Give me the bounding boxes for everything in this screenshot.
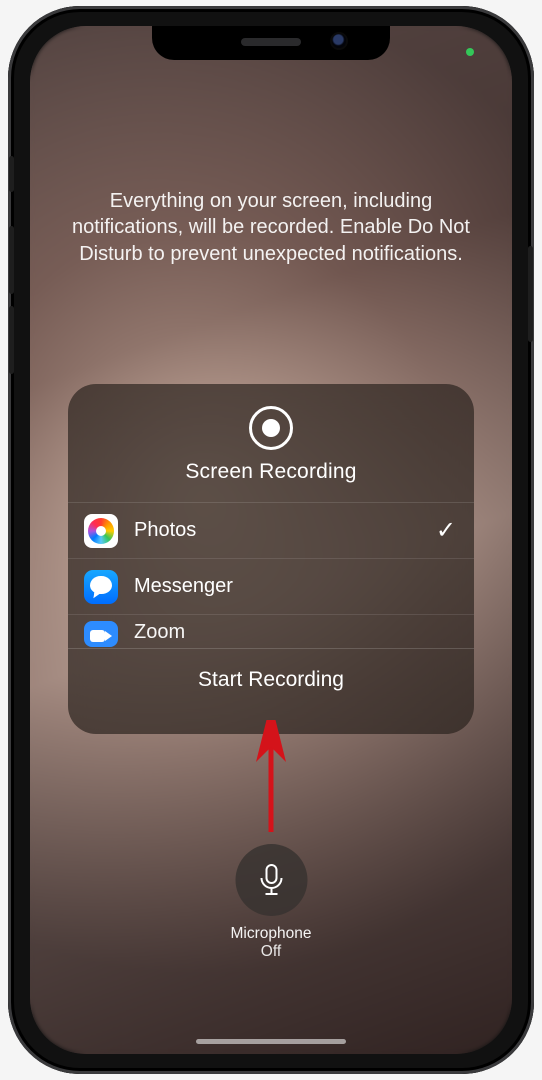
phone-silence-switch xyxy=(9,156,14,192)
front-camera xyxy=(332,34,346,48)
destination-app-list[interactable]: Photos ✓ Messenger Zoom xyxy=(68,502,474,649)
zoom-icon xyxy=(84,621,118,647)
checkmark-icon: ✓ xyxy=(436,516,456,545)
photos-icon xyxy=(84,514,118,548)
recording-warning-text: Everything on your screen, including not… xyxy=(70,188,472,267)
panel-title: Screen Recording xyxy=(68,460,474,502)
app-label: Zoom xyxy=(134,621,456,644)
microphone-label: Microphone xyxy=(231,924,312,943)
home-indicator[interactable] xyxy=(196,1039,346,1044)
phone-side-button xyxy=(528,246,533,342)
phone-screen: Everything on your screen, including not… xyxy=(30,26,512,1054)
app-row-zoom[interactable]: Zoom xyxy=(68,615,474,649)
microphone-state: Off xyxy=(231,943,312,961)
app-row-photos[interactable]: Photos ✓ xyxy=(68,503,474,559)
app-label: Photos xyxy=(134,519,436,542)
record-icon xyxy=(249,406,293,450)
phone-volume-down xyxy=(9,306,14,374)
microphone-toggle[interactable]: Microphone Off xyxy=(231,844,312,961)
app-label: Messenger xyxy=(134,575,456,598)
screen-recording-panel: Screen Recording Photos ✓ Messenger Zoom xyxy=(68,384,474,734)
iphone-frame: Everything on your screen, including not… xyxy=(8,6,534,1074)
annotation-arrow xyxy=(251,720,291,840)
privacy-indicator-dot xyxy=(466,48,474,56)
start-recording-button[interactable]: Start Recording xyxy=(68,649,474,711)
speaker-grille xyxy=(241,38,301,46)
messenger-icon xyxy=(84,570,118,604)
phone-volume-up xyxy=(9,226,14,294)
panel-header: Screen Recording xyxy=(68,384,474,502)
notch xyxy=(152,26,390,60)
app-row-messenger[interactable]: Messenger xyxy=(68,559,474,615)
microphone-icon[interactable] xyxy=(235,844,307,916)
